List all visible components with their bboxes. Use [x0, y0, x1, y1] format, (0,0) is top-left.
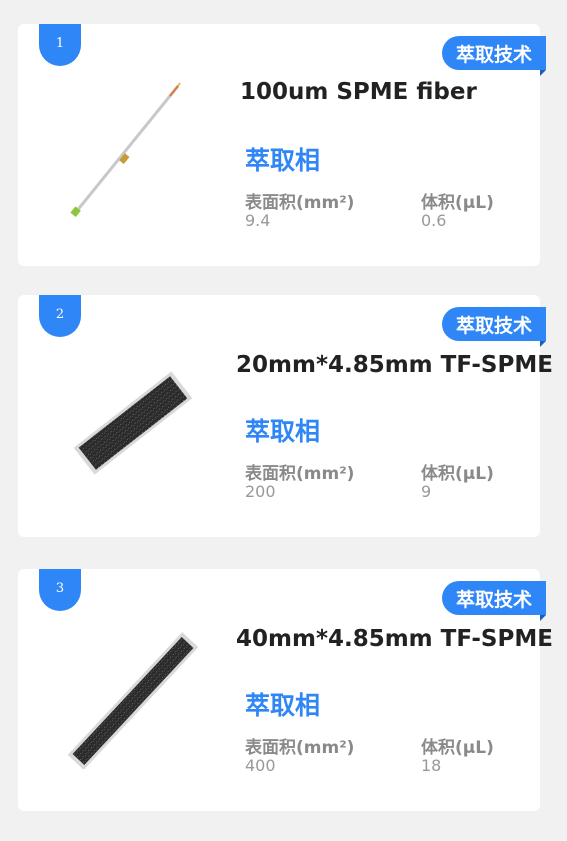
extraction-phase-heading: 萃取相	[245, 417, 321, 446]
surface-area-label: 表面积(mm²)	[245, 464, 355, 484]
surface-area-label: 表面积(mm²)	[245, 738, 355, 758]
product-title: 20mm*4.85mm TF-SPME	[236, 352, 553, 378]
volume-value: 9	[421, 482, 432, 501]
card-number-badge: 2	[39, 295, 81, 337]
volume-value: 0.6	[421, 211, 447, 230]
surface-area-label: 表面积(mm²)	[245, 193, 355, 213]
product-card[interactable]: 2 萃取技术 20mm*4.85mm TF-SPME 萃取相 表面积(mm²) …	[18, 295, 553, 537]
technique-tag: 萃取技术	[441, 581, 547, 621]
surface-area-value: 400	[245, 756, 276, 775]
surface-area-value: 200	[245, 482, 276, 501]
tf-spme-strip-image	[67, 632, 199, 769]
extraction-phase-heading: 萃取相	[245, 146, 321, 175]
card-number-badge: 1	[39, 24, 81, 66]
volume-label: 体积(μL)	[421, 738, 494, 758]
product-title: 40mm*4.85mm TF-SPME	[236, 626, 553, 652]
technique-tag: 萃取技术	[441, 307, 547, 347]
technique-tag: 萃取技术	[441, 36, 547, 76]
surface-area-value: 9.4	[245, 211, 271, 230]
product-title: 100um SPME fiber	[240, 79, 477, 105]
tf-spme-strip-image	[73, 371, 193, 475]
product-card[interactable]: 3 萃取技术 40mm*4.85mm TF-SPME 萃取相 表面积(mm²) …	[18, 569, 553, 811]
volume-label: 体积(μL)	[421, 464, 494, 484]
card-number-badge: 3	[39, 569, 81, 611]
volume-label: 体积(μL)	[421, 193, 494, 213]
volume-value: 18	[421, 756, 442, 775]
product-card[interactable]: 1 萃取技术 100um SPME fiber 萃取相 表面积(mm²) 9.4…	[18, 24, 547, 266]
spme-fiber-image	[70, 82, 181, 217]
extraction-phase-heading: 萃取相	[245, 691, 321, 720]
